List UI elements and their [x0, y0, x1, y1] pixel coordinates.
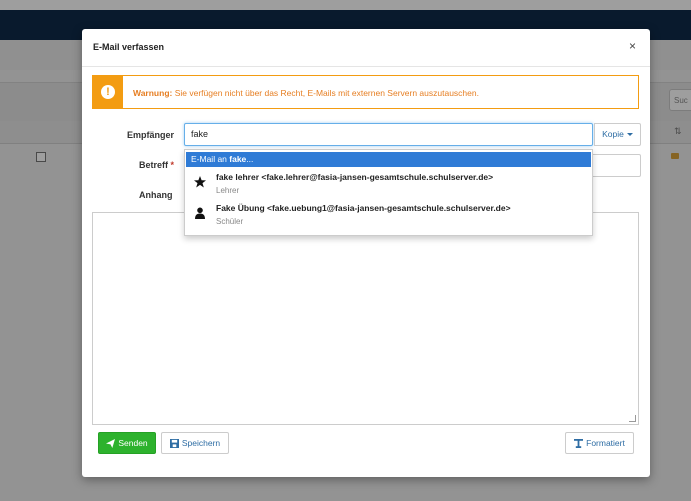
dialog-title: E-Mail verfassen — [93, 42, 165, 52]
required-mark: * — [170, 160, 175, 170]
suggestion-email-to[interactable]: E-Mail an fake... — [186, 152, 591, 167]
format-toggle-button[interactable]: Formatiert — [565, 432, 634, 454]
recipient-suggestions: E-Mail an fake... fake lehrer <fake.lehr… — [184, 149, 593, 236]
suggestion-suffix: ... — [246, 154, 254, 164]
recipient-label: Empfänger — [127, 130, 175, 140]
suggestion-query: fake — [229, 154, 247, 164]
subject-label-text: Betreff — [139, 160, 169, 170]
dialog-header: E-Mail verfassen × — [82, 29, 650, 67]
warning-text: Warnung: Sie verfügen nicht über das Rec… — [133, 88, 479, 98]
recipient-input[interactable]: fake — [184, 123, 593, 146]
send-label: Senden — [118, 438, 148, 448]
star-icon — [194, 176, 206, 188]
save-button[interactable]: Speichern — [161, 432, 229, 454]
save-label: Speichern — [181, 438, 221, 448]
attachment-label: Anhang — [139, 190, 173, 200]
caret-down-icon — [626, 133, 633, 137]
subject-label: Betreff * — [139, 160, 174, 170]
message-editor[interactable] — [92, 212, 639, 425]
format-label: Formatiert — [586, 438, 625, 448]
warning-message: Sie verfügen nicht über das Recht, E-Mai… — [172, 88, 479, 98]
suggestion-item[interactable]: Fake Übung <fake.uebung1@fasia-jansen-ge… — [185, 201, 592, 231]
cc-button-label: Kopie — [602, 129, 624, 139]
warning-label: Warnung: — [133, 88, 173, 98]
exclamation-icon: ! — [101, 85, 115, 99]
user-icon — [195, 207, 205, 219]
floppy-disk-icon — [169, 439, 179, 449]
suggestion-name: fake lehrer <fake.lehrer@fasia-jansen-ge… — [216, 172, 494, 182]
cc-button[interactable]: Kopie — [594, 123, 641, 146]
compose-email-dialog: E-Mail verfassen × ! Warnung: Sie verfüg… — [82, 29, 650, 477]
suggestion-prefix: E-Mail an — [191, 154, 230, 164]
suggestion-item[interactable]: fake lehrer <fake.lehrer@fasia-jansen-ge… — [185, 170, 592, 200]
send-button[interactable]: Senden — [98, 432, 156, 454]
warning-alert: ! Warnung: Sie verfügen nicht über das R… — [92, 75, 639, 109]
warning-icon-box: ! — [93, 76, 123, 108]
resize-handle[interactable] — [629, 415, 636, 422]
text-format-icon — [574, 439, 584, 449]
suggestion-role: Schüler — [216, 217, 244, 226]
close-icon[interactable]: × — [629, 39, 636, 53]
paper-plane-icon — [106, 439, 116, 449]
suggestion-name: Fake Übung <fake.uebung1@fasia-jansen-ge… — [216, 203, 511, 213]
suggestion-role: Lehrer — [216, 186, 240, 195]
